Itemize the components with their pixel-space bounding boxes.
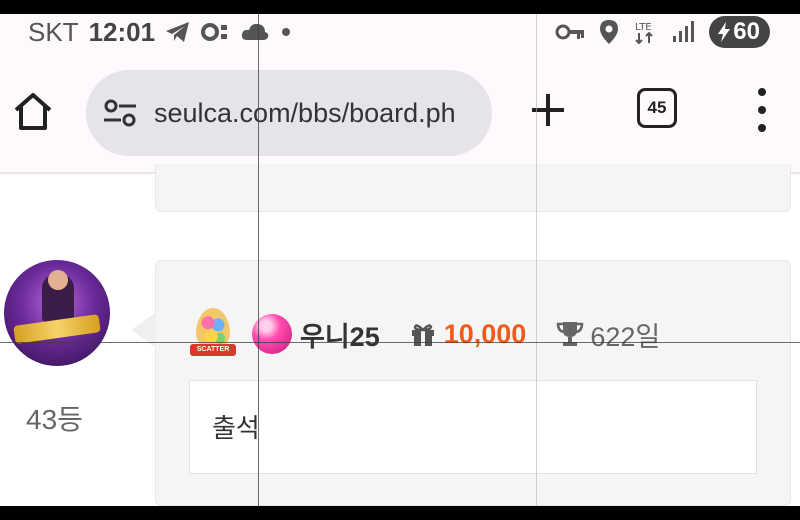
telegram-icon xyxy=(166,22,190,42)
charging-icon xyxy=(718,22,731,42)
menu-dot xyxy=(758,88,766,96)
signal-icon xyxy=(673,21,695,42)
scatter-badge-label: SCATTER xyxy=(190,344,236,356)
avatar-figure-head xyxy=(48,270,68,290)
status-time: 12:01 xyxy=(88,16,156,47)
location-icon xyxy=(600,20,619,44)
site-settings-icon[interactable] xyxy=(102,98,138,128)
url-text[interactable]: seulca.com/bbs/board.ph xyxy=(154,70,484,156)
battery-indicator: 60 xyxy=(709,16,770,48)
comment-body: 출석 xyxy=(189,380,757,474)
menu-dot xyxy=(758,124,766,132)
scatter-egg-icon: SCATTER xyxy=(190,308,236,360)
status-bar: SKT 12:01 LTE 60 xyxy=(0,14,800,50)
battery-level: 60 xyxy=(733,18,760,45)
browser-toolbar: seulca.com/bbs/board.ph 45 xyxy=(0,50,800,174)
menu-dot xyxy=(758,106,766,114)
cloud-icon xyxy=(241,23,269,40)
dot-icon xyxy=(282,28,291,36)
page-content: 43등 SCATTER 우니25 10,000 622일 출석 xyxy=(0,164,800,506)
overlay-horizontal-guide xyxy=(0,342,800,343)
overlay-vertical-guide xyxy=(258,14,259,506)
gift-icon xyxy=(411,324,434,346)
days-count: 622일 xyxy=(590,321,661,352)
phone-screen: SKT 12:01 LTE 60 seulca.com/bbs/board.ph xyxy=(0,14,800,506)
carrier-label: SKT xyxy=(28,16,79,47)
data-arrows-icon: LTE xyxy=(635,22,654,45)
nickname[interactable]: 우니25 xyxy=(300,315,380,354)
comment-text: 출석 xyxy=(212,413,260,443)
status-right: LTE 60 xyxy=(555,14,770,50)
tab-switcher-button[interactable]: 45 xyxy=(637,88,677,128)
previous-comment-card xyxy=(155,164,791,212)
points-value: 10,000 xyxy=(443,318,527,349)
status-left: SKT 12:01 xyxy=(28,14,293,50)
home-icon xyxy=(14,93,52,130)
rank-label: 43등 xyxy=(26,404,83,435)
svg-text:LTE: LTE xyxy=(635,22,652,33)
trophy-icon xyxy=(557,322,584,346)
new-tab-button[interactable] xyxy=(528,90,568,130)
key-icon xyxy=(555,24,585,40)
address-bar[interactable]: seulca.com/bbs/board.ph xyxy=(86,70,492,156)
overlay-vertical-guide-faint xyxy=(536,14,537,506)
avatar[interactable] xyxy=(4,260,110,366)
comment-meta: SCATTER 우니25 10,000 622일 xyxy=(190,308,660,360)
more-vert-icon[interactable] xyxy=(752,88,772,132)
settings-notification-icon xyxy=(201,23,228,41)
home-button[interactable] xyxy=(10,88,56,134)
tab-count: 45 xyxy=(647,98,667,117)
